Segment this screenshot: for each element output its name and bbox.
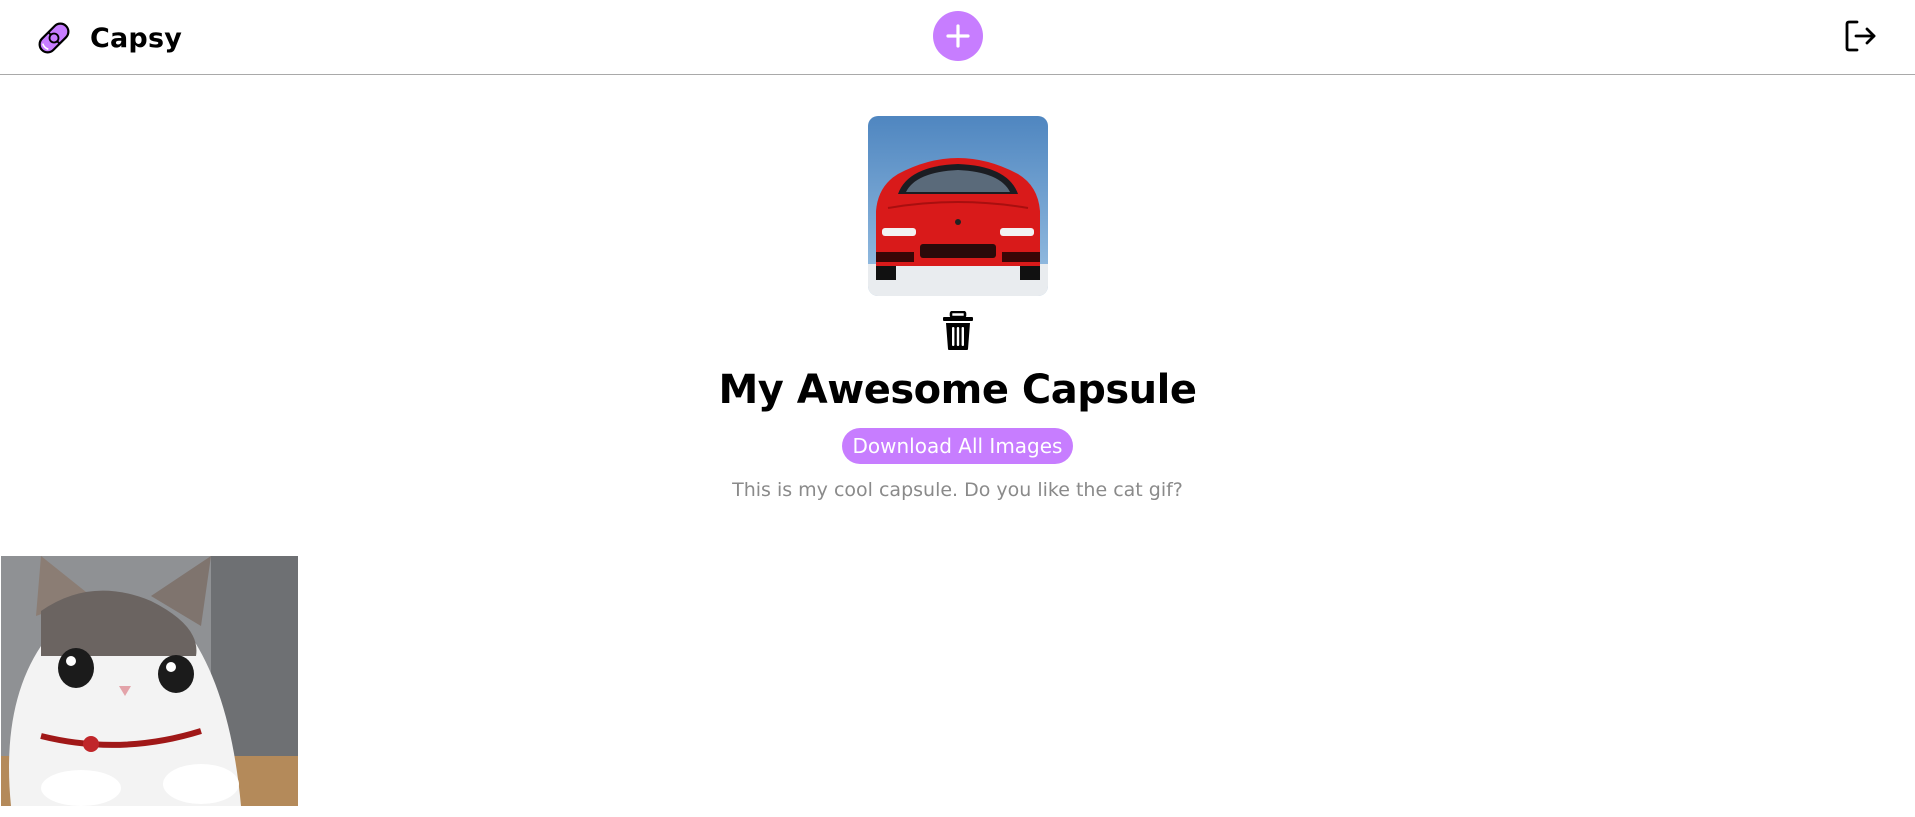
gallery-image[interactable] — [1, 556, 298, 806]
add-button[interactable] — [933, 11, 983, 61]
brand-name: Capsy — [90, 22, 183, 54]
capsule-title: My Awesome Capsule — [718, 367, 1197, 413]
image-gallery — [1, 556, 298, 806]
capsule-cover-image — [868, 116, 1048, 296]
trash-icon[interactable] — [942, 311, 974, 351]
download-wrap: Download All Images — [0, 428, 1915, 464]
brand[interactable]: Capsy — [34, 18, 182, 58]
download-all-button[interactable]: Download All Images — [841, 428, 1074, 464]
top-navbar: Capsy — [0, 0, 1915, 75]
capsule-description: This is my cool capsule. Do you like the… — [732, 479, 1183, 501]
plus-icon — [946, 24, 970, 48]
logout-icon[interactable] — [1843, 18, 1879, 54]
pill-capsule-icon — [38, 22, 70, 54]
